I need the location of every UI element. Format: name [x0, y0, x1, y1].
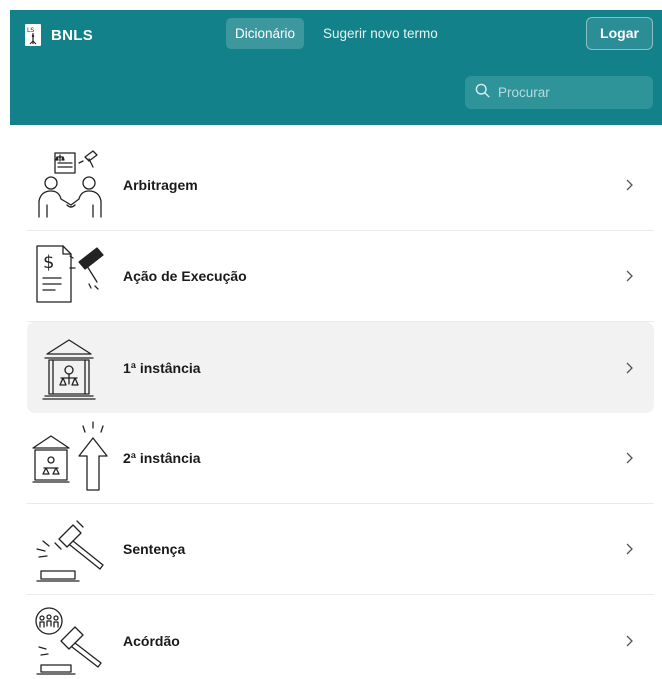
nav-dicionario[interactable]: Dicionário [226, 18, 305, 49]
chevron-right-icon [626, 543, 633, 555]
search-box[interactable] [465, 76, 653, 109]
chevron-right-icon [626, 270, 633, 282]
list-item-sentenca[interactable]: Sentença [27, 504, 654, 595]
search-input[interactable] [498, 85, 648, 100]
chevron-right-icon [626, 362, 633, 373]
list-item-2a-instancia[interactable]: 2ª instância [27, 413, 654, 504]
svg-text:LS: LS [27, 27, 34, 34]
chevron-right-icon [626, 635, 633, 646]
list-item-label: Arbitragem [123, 177, 198, 193]
list-item-arbitragem[interactable]: Arbitragem [27, 140, 654, 231]
list-item-label: Sentença [123, 541, 186, 557]
book-logo-icon: LS [25, 24, 41, 46]
courthouse-scales-icon [42, 338, 96, 400]
login-button[interactable]: Logar [586, 17, 653, 50]
top-bar: LS BNLS Dicionário Sugerir novo termo Lo… [10, 10, 662, 125]
brand[interactable]: LS BNLS [25, 22, 93, 48]
brand-name: BNLS [51, 26, 94, 44]
list-item-acao-de-execucao[interactable]: $ Ação de Execução [27, 231, 654, 322]
chevron-right-icon [626, 179, 633, 191]
gavel-icon [36, 520, 104, 582]
courthouse-arrow-up-icon [32, 421, 108, 491]
list-item-label: Acórdão [123, 632, 180, 649]
list-item-label: 2ª instância [123, 450, 201, 466]
list-item-1a-instancia[interactable]: 1ª instância [27, 322, 654, 413]
list-item-label: 1ª instância [123, 359, 201, 376]
term-list: Arbitragem $ Ação de Execução 1ª instânc… [27, 140, 654, 679]
nav-sugerir-novo-termo[interactable]: Sugerir novo termo [314, 18, 447, 49]
invoice-gavel-icon: $ [36, 245, 104, 303]
gavel-people-icon [35, 606, 102, 675]
list-item-acordao[interactable]: Acórdão [27, 595, 654, 679]
search-icon [475, 83, 490, 103]
list-item-label: Ação de Execução [123, 268, 247, 284]
handshake-contract-icon [38, 150, 102, 218]
svg-text:$: $ [43, 252, 54, 273]
chevron-right-icon [626, 452, 633, 464]
